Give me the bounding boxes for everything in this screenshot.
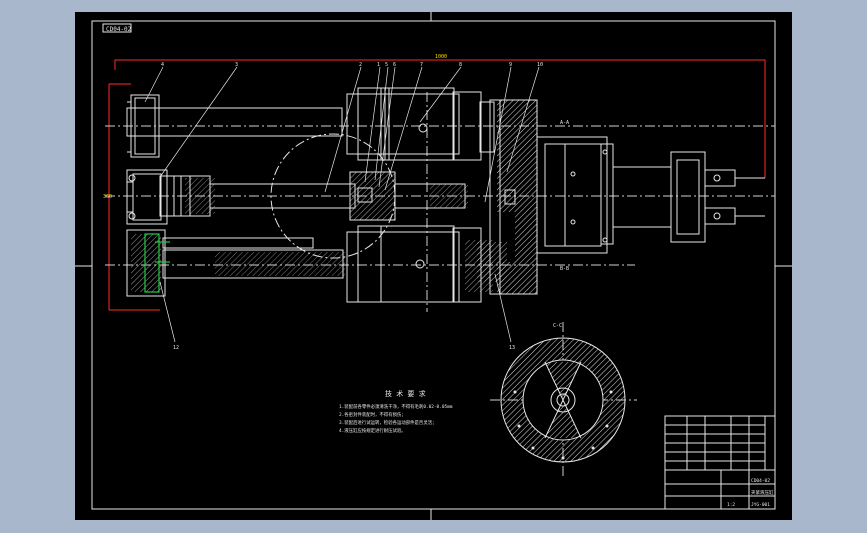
leader-label: 7 bbox=[420, 62, 423, 68]
leader-label: 10 bbox=[537, 62, 543, 68]
drawing-canvas: CD04-02 1000 360 4 3 2 1 5 6 7 8 9 10 12… bbox=[75, 12, 792, 520]
section-view bbox=[500, 337, 626, 463]
leader-label: 8 bbox=[459, 62, 462, 68]
leader-label: 3 bbox=[235, 62, 238, 68]
section-label: C-C bbox=[553, 323, 562, 329]
dim-length: 1000 bbox=[435, 54, 447, 60]
leader-label: 5 bbox=[385, 62, 388, 68]
technical-notes: 技 术 要 求 1.装配前各零件必须清洗干净，不得有毛刺0.02-0.05mm … bbox=[339, 389, 453, 434]
title-block: CD04-02 夹紧液压缸 JYG-001 1:2 bbox=[664, 415, 776, 510]
title-block-number: JYG-001 bbox=[751, 502, 770, 508]
leader-label: 6 bbox=[393, 62, 396, 68]
lower-left-cylinder bbox=[126, 229, 345, 297]
note-line: 1.装配前各零件必须清洗干净，不得有毛刺0.02-0.05mm bbox=[339, 403, 453, 410]
note-line: 2.各密封件装配时，不得有损伤； bbox=[339, 411, 406, 418]
drawing-sheet: CD04-02 1000 360 4 3 2 1 5 6 7 8 9 10 12… bbox=[75, 12, 792, 520]
section-label: A-A bbox=[560, 120, 569, 126]
leader-label: 12 bbox=[173, 345, 179, 351]
cad-viewport[interactable]: CD04-02 1000 360 4 3 2 1 5 6 7 8 9 10 12… bbox=[0, 0, 867, 533]
section-markers: A-A B-B C-C bbox=[553, 120, 569, 329]
dim-height: 360 bbox=[103, 194, 112, 200]
leader-label: 13 bbox=[509, 345, 515, 351]
title-block-name: 夹紧液压缸 bbox=[751, 489, 774, 496]
drawing-code-box: CD04-02 bbox=[102, 23, 132, 33]
gearbox-housing bbox=[536, 136, 614, 254]
note-line: 3.装配后进行试运转，检验各运动部件是否灵活； bbox=[339, 419, 437, 426]
notes-title: 技 术 要 求 bbox=[385, 389, 426, 398]
note-line: 4.液压缸应按规定进行耐压试验。 bbox=[339, 427, 406, 434]
lower-cylinder bbox=[346, 225, 493, 303]
title-block-scale: 1:2 bbox=[727, 502, 735, 508]
piston-assembly bbox=[159, 171, 468, 221]
center-lines bbox=[105, 92, 775, 477]
leader-label: 9 bbox=[509, 62, 512, 68]
leader-label: 1 bbox=[377, 62, 380, 68]
drawing-code: CD04-02 bbox=[106, 26, 132, 33]
leader-label: 4 bbox=[161, 62, 164, 68]
leader-label: 2 bbox=[359, 62, 362, 68]
section-label: B-B bbox=[560, 266, 569, 272]
title-block-sheet: CD04-02 bbox=[751, 478, 770, 484]
output-shaft bbox=[612, 151, 765, 243]
